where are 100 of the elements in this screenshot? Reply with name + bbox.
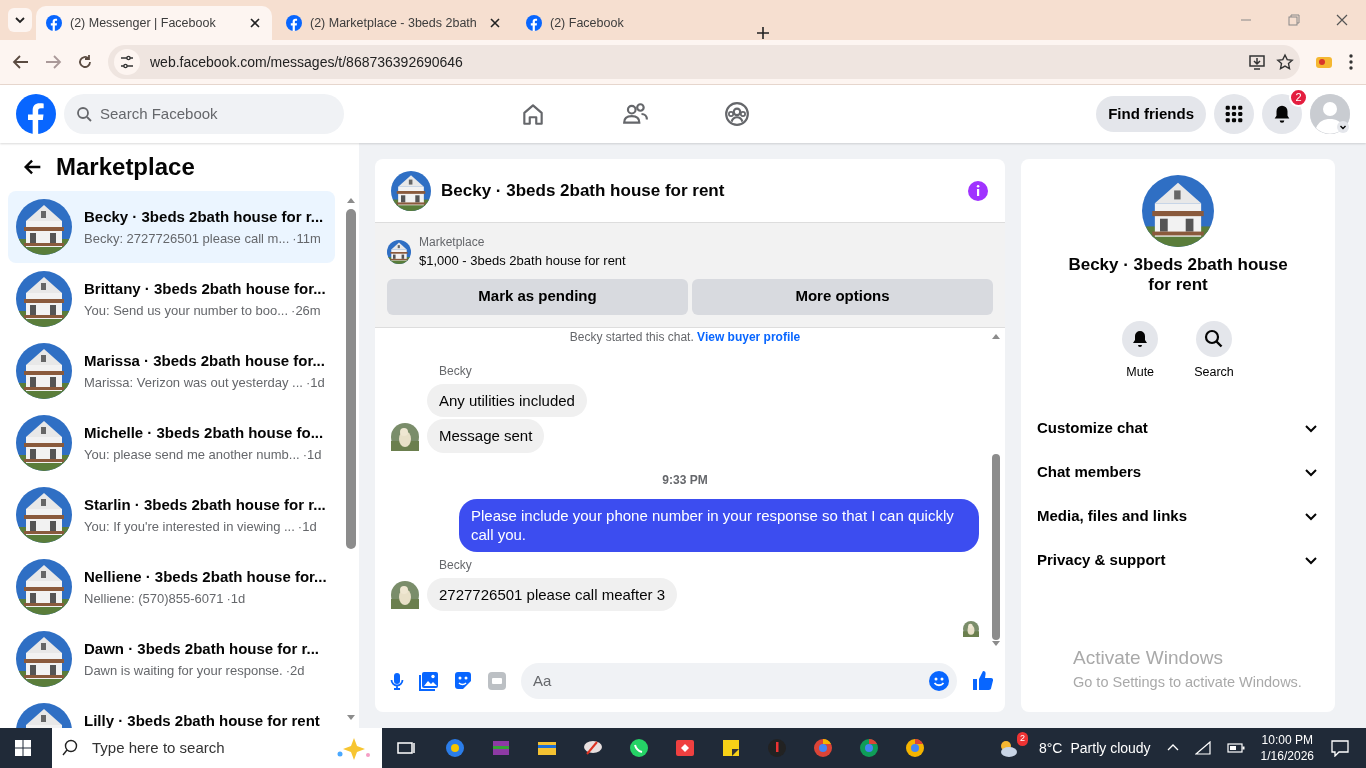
- scroll-down-icon[interactable]: [346, 714, 356, 722]
- message-time: ·11m: [292, 229, 321, 248]
- browser-tab[interactable]: (2) Facebook: [516, 6, 752, 40]
- close-icon[interactable]: [248, 16, 262, 30]
- action-button[interactable]: Mute: [1116, 319, 1165, 383]
- chat-list-item[interactable]: Marissa · 3beds 2bath house for... Marissa: Verizon was out yesterday ... ·1d: [8, 335, 335, 407]
- message-time: ·2d: [285, 661, 305, 680]
- chat-name: Marissa · 3beds 2bath house for...: [84, 351, 325, 371]
- reload-icon[interactable]: [76, 53, 94, 71]
- menu-button[interactable]: [1214, 94, 1254, 134]
- message-preview: Becky: 2727726501 please call m...: [84, 229, 290, 248]
- bookmark-star-icon[interactable]: [1276, 53, 1294, 71]
- search-field[interactable]: Search Facebook: [64, 94, 344, 134]
- chat-name: Becky · 3beds 2bath house for r...: [84, 207, 324, 227]
- listing-label: Marketplace: [419, 234, 486, 251]
- chat-list-item[interactable]: Brittany · 3beds 2bath house for... You: Send us your number to boo... ·26m: [8, 263, 335, 335]
- notification-icon[interactable]: [1330, 739, 1350, 757]
- activation-title: Activate Windows: [1073, 645, 1224, 670]
- groups-icon[interactable]: [724, 101, 750, 127]
- sticker-icon[interactable]: [453, 671, 473, 691]
- chat-list-item[interactable]: Dawn · 3beds 2bath house for r... Dawn is waiting for your response. ·2d: [8, 623, 335, 695]
- buyer-profile-link[interactable]: View buyer profile: [697, 329, 801, 344]
- weather-badge: 2: [1016, 732, 1028, 746]
- activation-text: Go to Settings to activate Windows.: [1073, 673, 1302, 693]
- sidebar-title: Marketplace: [56, 152, 195, 182]
- app-icon[interactable]: [674, 737, 696, 759]
- chat-list-item[interactable]: Becky · 3beds 2bath house for r... Becky: 2727726501 please call m... ·11m: [8, 191, 335, 263]
- message-bubble: Message sent: [427, 419, 545, 453]
- weather-icon[interactable]: [998, 738, 1017, 758]
- listing-action-button[interactable]: Mark as pending: [387, 278, 688, 315]
- windows-start-icon[interactable]: [15, 740, 31, 756]
- message-time: ·1d: [302, 445, 322, 464]
- chat-list-item[interactable]: Nelliene · 3beds 2bath house for... Nelliene: (570)855-6071 ·1d: [8, 551, 335, 623]
- sender-name: Becky: [439, 363, 472, 378]
- section-toggle[interactable]: Customize chat: [1021, 406, 1335, 451]
- photo-icon[interactable]: [419, 671, 439, 691]
- back-icon[interactable]: [12, 53, 30, 71]
- install-icon[interactable]: [1248, 53, 1266, 71]
- message-bubble: Any utilities included: [427, 383, 587, 417]
- section-toggle[interactable]: Chat members: [1021, 450, 1335, 495]
- message-time: ·26m: [291, 301, 321, 320]
- new-tab-icon[interactable]: [756, 26, 770, 40]
- sender-name: Becky: [439, 557, 472, 572]
- chat-name: Dawn · 3beds 2bath house for r...: [84, 639, 320, 659]
- clock-time: 10:00 PM: [1260, 731, 1314, 748]
- listing-action-button[interactable]: More options: [692, 278, 993, 315]
- app-icon[interactable]: [812, 737, 834, 759]
- message-preview: You: Send us your number to boo...: [84, 301, 289, 320]
- facebook-logo-icon: [46, 15, 62, 31]
- message-bubble: 2727726501 please call meafter 3: [427, 577, 677, 611]
- scroll-up-icon[interactable]: [346, 196, 356, 204]
- message-timestamp: 9:33 PM: [662, 472, 708, 487]
- section-toggle[interactable]: Media, files and links: [1021, 494, 1335, 539]
- section-toggle[interactable]: Privacy & support: [1021, 538, 1335, 583]
- browser-tab[interactable]: (2) Marketplace - 3beds 2bath: [276, 6, 512, 40]
- chat-name: Nelliene · 3beds 2bath house for...: [84, 567, 327, 587]
- menu-icon[interactable]: [1348, 53, 1354, 71]
- browser-tab[interactable]: (2) Messenger | Facebook: [36, 6, 272, 40]
- search-icon: [62, 739, 80, 757]
- microphone-icon[interactable]: [389, 671, 405, 691]
- action-button[interactable]: Search: [1188, 319, 1240, 383]
- facebook-logo-icon[interactable]: [16, 94, 56, 134]
- chat-list-item[interactable]: Starlin · 3beds 2bath house for r... You: If you're interested in viewing ... ·1d: [8, 479, 335, 551]
- taskbar-search-field[interactable]: Type here to search: [52, 728, 382, 768]
- message-preview: Dawn is waiting for your response.: [84, 661, 283, 680]
- home-icon[interactable]: [520, 101, 546, 127]
- search-icon: [76, 106, 92, 122]
- chat-name: Michelle · 3beds 2bath house fo...: [84, 423, 324, 443]
- message-preview: Nelliene: (570)855-6071: [84, 589, 224, 608]
- message-preview: You: If you're interested in viewing ...: [84, 517, 295, 536]
- message-preview: You: please send me another numb...: [84, 445, 300, 464]
- search-icon: [1204, 328, 1224, 349]
- info-icon[interactable]: [967, 179, 989, 202]
- app-icon[interactable]: [720, 737, 742, 759]
- contact-name: Becky · 3beds 2bath house for rent: [1067, 255, 1289, 296]
- chat-list-item[interactable]: Michelle · 3beds 2bath house fo... You: please send me another numb... ·1d: [8, 407, 335, 479]
- chat-notice: Becky started this chat. View buyer profile: [569, 329, 801, 344]
- app-icon[interactable]: [444, 737, 466, 759]
- friends-icon[interactable]: [622, 101, 648, 127]
- grid-icon: [1224, 104, 1244, 124]
- scrollbar-thumb[interactable]: [346, 209, 356, 549]
- app-icon[interactable]: [628, 737, 650, 759]
- message-preview: Marissa: Verizon was out yesterday ...: [84, 373, 303, 392]
- temperature: 8°C: [1038, 738, 1063, 758]
- message-input[interactable]: Aa: [521, 663, 957, 699]
- address-bar[interactable]: web.facebook.com/messages/t/868736392690646: [108, 45, 1300, 79]
- battery-icon[interactable]: [1226, 742, 1245, 754]
- tab-list-button[interactable]: [8, 8, 32, 32]
- weather-condition: Partly cloudy: [1070, 738, 1151, 758]
- clock-date: 1/16/2026: [1260, 748, 1314, 765]
- chat-name: Brittany · 3beds 2bath house for...: [84, 279, 326, 299]
- message-bubble: Please include your phone number in your response so that I can quickly call you.: [459, 498, 979, 552]
- site-settings-icon[interactable]: [119, 54, 135, 70]
- like-icon[interactable]: [971, 669, 995, 693]
- facebook-logo-icon: [526, 15, 542, 31]
- app-icon[interactable]: [904, 737, 926, 759]
- find-friends-button[interactable]: Find friends: [1096, 96, 1206, 132]
- chat-title: Becky · 3beds 2bath house for rent: [441, 179, 726, 202]
- emoji-icon[interactable]: [929, 671, 949, 691]
- close-icon[interactable]: [488, 16, 502, 30]
